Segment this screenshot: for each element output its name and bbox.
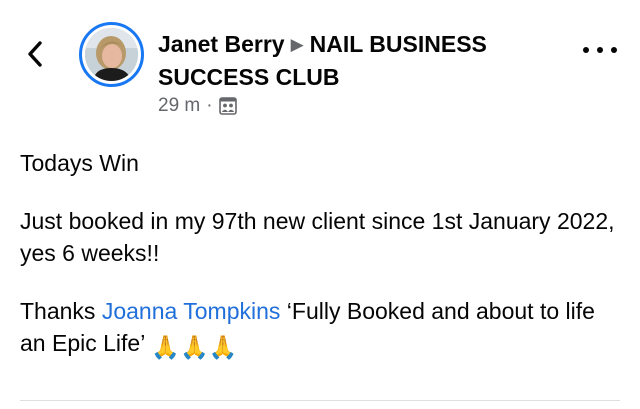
post-line-title: Todays Win [20, 150, 139, 176]
author-avatar[interactable] [79, 22, 144, 87]
praying-hands-emoji: 🙏🙏🙏 [151, 334, 238, 360]
post-line-thanks: Thanks Joanna Tompkins ‘Fully Booked and… [20, 295, 620, 363]
post-timestamp[interactable]: 29 m [158, 95, 200, 117]
more-options-button[interactable] [583, 40, 617, 60]
more-options-icon-dot [611, 47, 617, 53]
chevron-left-icon [28, 41, 42, 67]
avatar-photo [85, 28, 138, 81]
more-options-icon-dot [597, 47, 603, 53]
meta-separator: · [206, 95, 213, 116]
more-options-icon [583, 47, 589, 53]
group-name-line2: SUCCESS CLUB [158, 64, 340, 90]
group-name-line1: NAIL BUSINESS [309, 31, 487, 57]
author-group-title: Janet Berry ▶ NAIL BUSINESS SUCCESS CLUB [158, 29, 578, 93]
divider [20, 400, 620, 401]
arrow-right-icon: ▶ [290, 35, 304, 54]
thanks-text: Thanks [20, 298, 102, 324]
post-body: Todays Win Just booked in my 97th new cl… [20, 147, 620, 389]
mention-link[interactable]: Joanna Tompkins [102, 298, 281, 324]
post-header: Janet Berry ▶ NAIL BUSINESS SUCCESS CLUB 29… [0, 0, 640, 130]
post-line-message: Just booked in my 97th new client since … [20, 208, 615, 266]
group-members-icon [218, 97, 237, 115]
post-meta: 29 m · [158, 95, 237, 117]
author-name[interactable]: Janet Berry [158, 31, 285, 57]
back-button[interactable] [20, 34, 50, 74]
